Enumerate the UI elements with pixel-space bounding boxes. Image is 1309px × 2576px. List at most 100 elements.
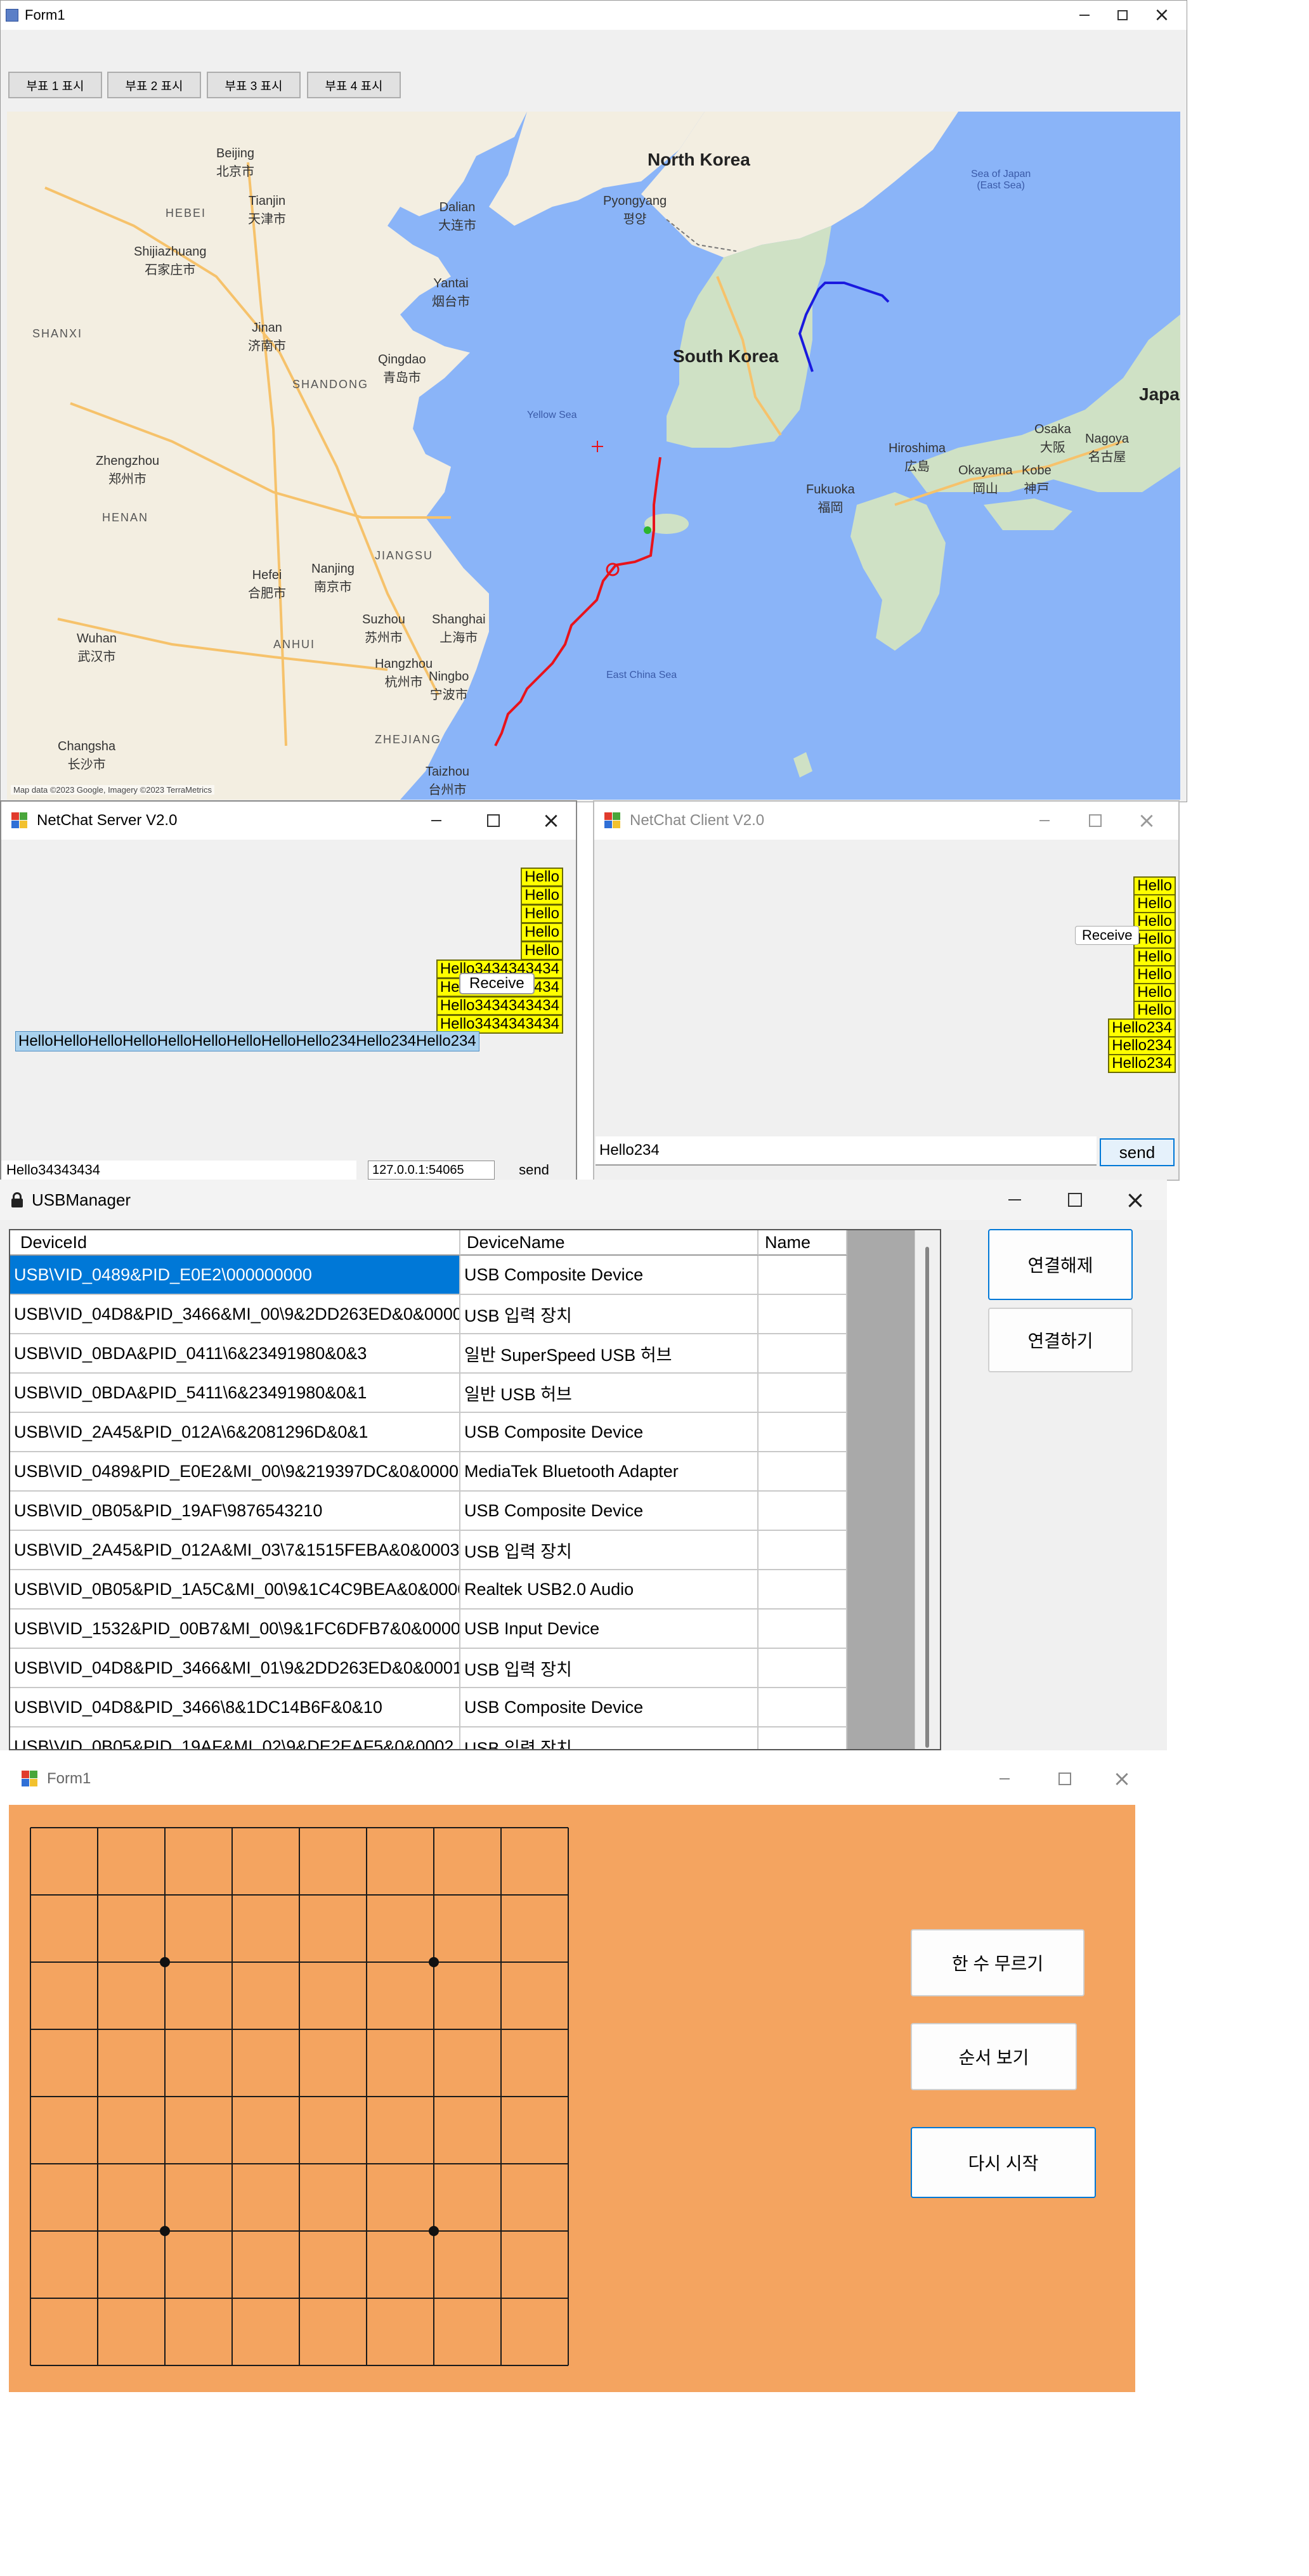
cell-devicename[interactable]: USB 입력 장치 bbox=[460, 1727, 759, 1749]
maximize-button[interactable] bbox=[1104, 1, 1141, 30]
buoy-1-button[interactable]: 부표 1 표시 bbox=[8, 72, 102, 98]
map-label-hangzhou: Hangzhou 杭州市 bbox=[375, 657, 433, 689]
table-row[interactable]: USB\VID_04D8&PID_3466\8&1DC14B6F&0&10 USB… bbox=[10, 1688, 847, 1727]
cell-name[interactable] bbox=[759, 1256, 847, 1295]
cell-name[interactable] bbox=[759, 1610, 847, 1649]
maximize-button[interactable] bbox=[1050, 1180, 1100, 1220]
grid-empty-area bbox=[847, 1230, 915, 1749]
cell-deviceid[interactable]: USB\VID_0B05&PID_19AF\9876543210 bbox=[10, 1492, 460, 1531]
cell-devicename[interactable]: 일반 USB 허브 bbox=[460, 1374, 759, 1413]
table-row[interactable]: USB\VID_0B05&PID_1A5C&MI_00\9&1C4C9BEA&0… bbox=[10, 1570, 847, 1610]
table-row[interactable]: USB\VID_0BDA&PID_0411\6&23491980&0&3 일반 S… bbox=[10, 1334, 847, 1374]
maximize-button[interactable] bbox=[1039, 1763, 1090, 1795]
window-title: Form1 bbox=[25, 7, 65, 23]
undo-button[interactable]: 한 수 무르기 bbox=[911, 1929, 1084, 1996]
table-row[interactable]: USB\VID_2A45&PID_012A&MI_03\7&1515FEBA&0… bbox=[10, 1531, 847, 1570]
cell-devicename[interactable]: USB 입력 장치 bbox=[460, 1295, 759, 1334]
cell-devicename[interactable]: MediaTek Bluetooth Adapter bbox=[460, 1452, 759, 1492]
column-header-name[interactable]: Name bbox=[759, 1230, 847, 1256]
cell-devicename[interactable]: USB Composite Device bbox=[460, 1492, 759, 1531]
device-grid[interactable]: DeviceId DeviceName Name USB\VID_0489&PI… bbox=[9, 1229, 941, 1750]
cell-devicename[interactable]: USB Composite Device bbox=[460, 1688, 759, 1727]
cell-deviceid[interactable]: USB\VID_0BDA&PID_5411\6&23491980&0&1 bbox=[10, 1374, 460, 1413]
close-button[interactable]: × bbox=[1127, 802, 1166, 840]
cell-devicename[interactable]: USB 입력 장치 bbox=[460, 1649, 759, 1688]
table-row[interactable]: USB\VID_2A45&PID_012A\6&2081296D&0&1 USB … bbox=[10, 1413, 847, 1452]
cell-devicename[interactable]: USB Input Device bbox=[460, 1610, 759, 1649]
cell-name[interactable] bbox=[759, 1570, 847, 1610]
minimize-button[interactable] bbox=[417, 802, 455, 840]
maximize-button[interactable] bbox=[474, 802, 512, 840]
cell-name[interactable] bbox=[759, 1374, 847, 1413]
cell-deviceid[interactable]: USB\VID_0489&PID_E0E2&MI_00\9&219397DC&0… bbox=[10, 1452, 460, 1492]
table-row[interactable]: USB\VID_0BDA&PID_5411\6&23491980&0&1 일반 U… bbox=[10, 1374, 847, 1413]
close-button[interactable]: × bbox=[1100, 1763, 1144, 1795]
minimize-button[interactable] bbox=[1066, 1, 1103, 30]
cell-deviceid[interactable]: USB\VID_0BDA&PID_0411\6&23491980&0&3 bbox=[10, 1334, 460, 1374]
message-input[interactable] bbox=[596, 1136, 1097, 1166]
close-button[interactable]: × bbox=[531, 802, 571, 840]
connect-button[interactable]: 연결하기 bbox=[988, 1308, 1133, 1372]
show-order-button[interactable]: 순서 보기 bbox=[911, 2023, 1077, 2090]
cell-name[interactable] bbox=[759, 1492, 847, 1531]
disconnect-button[interactable]: 연결해제 bbox=[988, 1229, 1133, 1300]
app-icon bbox=[604, 812, 621, 829]
send-button[interactable]: send bbox=[502, 1161, 566, 1180]
table-row[interactable]: USB\VID_0489&PID_E0E2&MI_00\9&219397DC&0… bbox=[10, 1452, 847, 1492]
table-row[interactable]: USB\VID_0B05&PID_19AF\9876543210 USB Comp… bbox=[10, 1492, 847, 1531]
vertical-scrollbar[interactable] bbox=[915, 1230, 940, 1749]
usb-manager-window: USBManager × DeviceId DeviceName Name US… bbox=[0, 1180, 1167, 1750]
table-row[interactable]: USB\VID_04D8&PID_3466&MI_00\9&2DD263ED&0… bbox=[10, 1295, 847, 1334]
buoy-2-button[interactable]: 부표 2 표시 bbox=[107, 72, 201, 98]
buoy-4-button[interactable]: 부표 4 표시 bbox=[307, 72, 401, 98]
cell-name[interactable] bbox=[759, 1334, 847, 1374]
go-titlebar: Form1 bbox=[9, 1763, 1144, 1795]
cell-name[interactable] bbox=[759, 1413, 847, 1452]
cell-devicename[interactable]: 일반 SuperSpeed USB 허브 bbox=[460, 1334, 759, 1374]
cell-devicename[interactable]: USB Composite Device bbox=[460, 1413, 759, 1452]
table-row[interactable]: USB\VID_0B05&PID_19AF&MI_02\9&DE2EAF5&0&… bbox=[10, 1727, 847, 1749]
buoy-3-button[interactable]: 부표 3 표시 bbox=[207, 72, 301, 98]
go-board[interactable] bbox=[18, 1815, 570, 2367]
land-taiwan-strait-islands bbox=[793, 752, 812, 777]
map-view[interactable]: North Korea South Korea Japan Sea of Jap… bbox=[7, 112, 1180, 800]
cell-deviceid[interactable]: USB\VID_1532&PID_00B7&MI_00\9&1FC6DFB7&0… bbox=[10, 1610, 460, 1649]
cell-deviceid[interactable]: USB\VID_04D8&PID_3466&MI_01\9&2DD263ED&0… bbox=[10, 1649, 460, 1688]
cell-deviceid[interactable]: USB\VID_0489&PID_E0E2\000000000 bbox=[10, 1256, 460, 1295]
cell-devicename[interactable]: Realtek USB2.0 Audio bbox=[460, 1570, 759, 1610]
cell-deviceid[interactable]: USB\VID_04D8&PID_3466&MI_00\9&2DD263ED&0… bbox=[10, 1295, 460, 1334]
cell-devicename[interactable]: USB 입력 장치 bbox=[460, 1531, 759, 1570]
chat-bubble: Hello bbox=[1133, 1001, 1176, 1020]
table-row[interactable]: USB\VID_04D8&PID_3466&MI_01\9&2DD263ED&0… bbox=[10, 1649, 847, 1688]
close-button[interactable]: × bbox=[1142, 1, 1182, 30]
map-label-pyongyang: Pyongyang 평양 bbox=[603, 194, 667, 226]
close-button[interactable]: × bbox=[1110, 1180, 1161, 1220]
maximize-button[interactable] bbox=[1076, 802, 1114, 840]
cell-deviceid[interactable]: USB\VID_0B05&PID_1A5C&MI_00\9&1C4C9BEA&0… bbox=[10, 1570, 460, 1610]
cell-devicename[interactable]: USB Composite Device bbox=[460, 1256, 759, 1295]
cell-deviceid[interactable]: USB\VID_0B05&PID_19AF&MI_02\9&DE2EAF5&0&… bbox=[10, 1727, 460, 1749]
minimize-button[interactable] bbox=[989, 1180, 1040, 1220]
restart-button[interactable]: 다시 시작 bbox=[911, 2127, 1096, 2198]
message-input[interactable] bbox=[1, 1161, 356, 1180]
cell-deviceid[interactable]: USB\VID_04D8&PID_3466\8&1DC14B6F&0&10 bbox=[10, 1688, 460, 1727]
chat-bubble: Hello bbox=[1133, 965, 1176, 984]
cell-name[interactable] bbox=[759, 1688, 847, 1727]
ip-address-field[interactable] bbox=[368, 1161, 495, 1180]
cell-name[interactable] bbox=[759, 1531, 847, 1570]
map-label-fukuoka: Fukuoka 福岡 bbox=[806, 483, 855, 515]
cell-name[interactable] bbox=[759, 1295, 847, 1334]
cell-name[interactable] bbox=[759, 1727, 847, 1749]
table-row[interactable]: USB\VID_1532&PID_00B7&MI_00\9&1FC6DFB7&0… bbox=[10, 1610, 847, 1649]
table-row[interactable]: USB\VID_0489&PID_E0E2\000000000 USB Compo… bbox=[10, 1256, 847, 1295]
cell-name[interactable] bbox=[759, 1452, 847, 1492]
send-button[interactable]: send bbox=[1100, 1138, 1175, 1166]
cell-deviceid[interactable]: USB\VID_2A45&PID_012A&MI_03\7&1515FEBA&0… bbox=[10, 1531, 460, 1570]
column-header-devicename[interactable]: DeviceName bbox=[460, 1230, 759, 1256]
column-header-deviceid[interactable]: DeviceId bbox=[10, 1230, 460, 1256]
cell-deviceid[interactable]: USB\VID_2A45&PID_012A\6&2081296D&0&1 bbox=[10, 1413, 460, 1452]
minimize-button[interactable] bbox=[979, 1763, 1030, 1795]
cell-name[interactable] bbox=[759, 1649, 847, 1688]
scrollbar-thumb[interactable] bbox=[925, 1247, 929, 1748]
minimize-button[interactable] bbox=[1026, 802, 1064, 840]
